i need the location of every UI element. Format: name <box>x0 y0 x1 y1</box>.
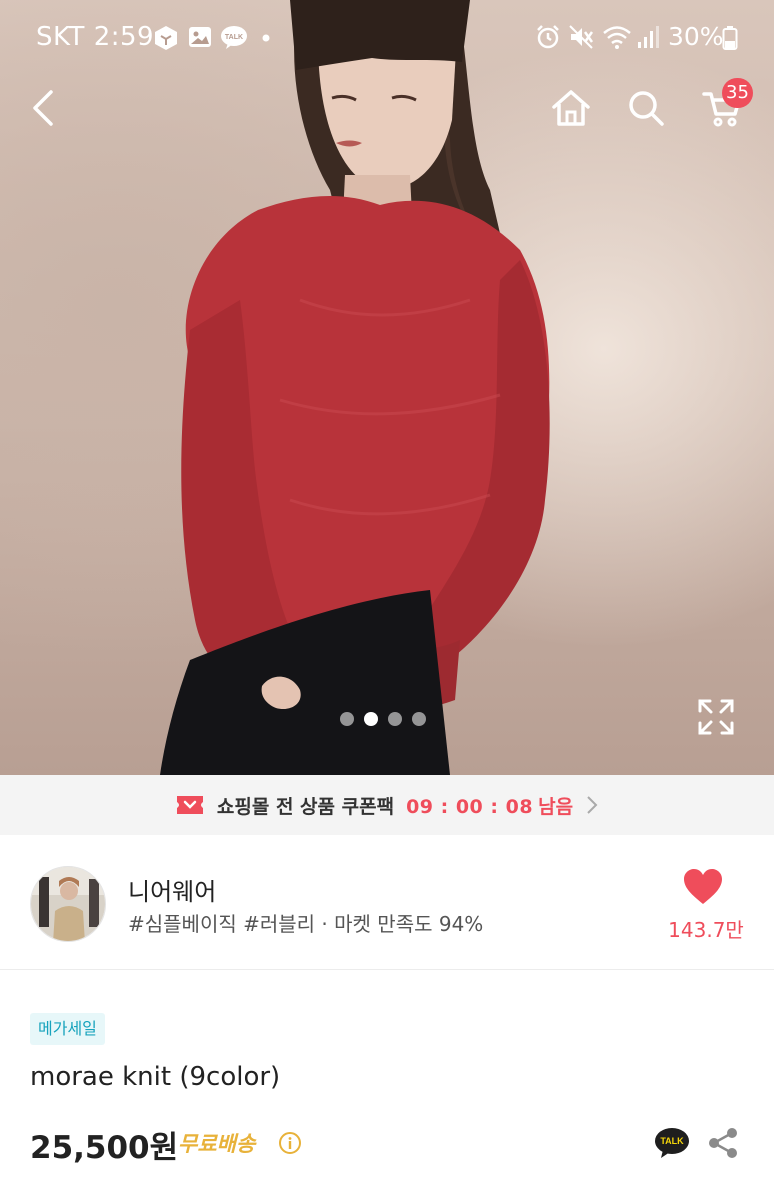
shop-info-row[interactable]: 니어웨어 #심플베이직 #러블리 · 마켓 만족도 94% <box>0 836 774 970</box>
search-icon <box>629 91 664 126</box>
cart-count-badge: 35 <box>722 78 753 108</box>
free-shipping-label: 무료배송 <box>178 1132 256 1156</box>
coupon-banner[interactable]: 쇼핑몰 전 상품 쿠폰팩 09 : 00 : 08 남음 <box>0 775 774 835</box>
talk-icon: TALK <box>221 26 247 49</box>
gallery-icon <box>189 27 211 47</box>
wifi-icon <box>603 26 631 49</box>
kakao-talk-icon[interactable]: TALK <box>654 1126 690 1160</box>
back-button[interactable] <box>14 78 74 138</box>
coupon-remaining-label: 남음 <box>538 795 574 818</box>
more-notifications-dot <box>262 34 270 42</box>
home-button[interactable] <box>541 78 601 138</box>
shop-description: #심플베이직 #러블리 · 마켓 만족도 94% <box>128 912 484 936</box>
svg-text:TALK: TALK <box>660 1136 684 1146</box>
carousel-dot-active[interactable] <box>364 712 378 726</box>
product-image-carousel[interactable]: SKT 2:59 TALK 30% 35 <box>0 0 774 775</box>
avatar-image <box>31 867 105 941</box>
alarm-icon <box>537 25 559 49</box>
chevron-right-icon <box>587 796 598 814</box>
signal-icon <box>638 26 659 48</box>
carrier-name: SKT <box>36 22 85 52</box>
share-icon[interactable] <box>706 1126 740 1160</box>
svg-text:TALK: TALK <box>225 34 243 41</box>
expand-icon <box>698 699 734 735</box>
search-button[interactable] <box>616 78 676 138</box>
box-icon <box>155 26 177 50</box>
coupon-timer: 09 : 00 : 08 <box>406 795 534 818</box>
clock: 2:59 <box>93 22 155 52</box>
product-price: 25,500원 <box>30 1130 179 1166</box>
product-title: morae knit (9color) <box>30 1062 281 1092</box>
mute-icon <box>569 25 594 49</box>
carousel-dot[interactable] <box>388 712 402 726</box>
shop-avatar[interactable] <box>30 866 106 942</box>
home-icon <box>552 90 590 126</box>
carousel-dot[interactable] <box>412 712 426 726</box>
status-bar: SKT 2:59 TALK 30% <box>0 0 774 78</box>
heart-icon[interactable] <box>682 868 724 906</box>
carrier-label: SKT 2:59 <box>36 22 154 52</box>
carousel-indicator <box>340 712 426 726</box>
shop-name[interactable]: 니어웨어 <box>128 872 216 907</box>
chevron-left-icon <box>33 90 53 126</box>
like-count: 143.7만 <box>668 918 744 942</box>
carousel-dot[interactable] <box>340 712 354 726</box>
fullscreen-button[interactable] <box>694 697 738 737</box>
sale-badge: 메가세일 <box>30 1013 105 1045</box>
coupon-icon <box>176 796 203 814</box>
info-icon[interactable] <box>278 1131 302 1155</box>
coupon-text: 쇼핑몰 전 상품 쿠폰팩 <box>216 795 395 818</box>
battery-icon <box>722 26 738 50</box>
battery-percent: 30% <box>668 22 724 51</box>
